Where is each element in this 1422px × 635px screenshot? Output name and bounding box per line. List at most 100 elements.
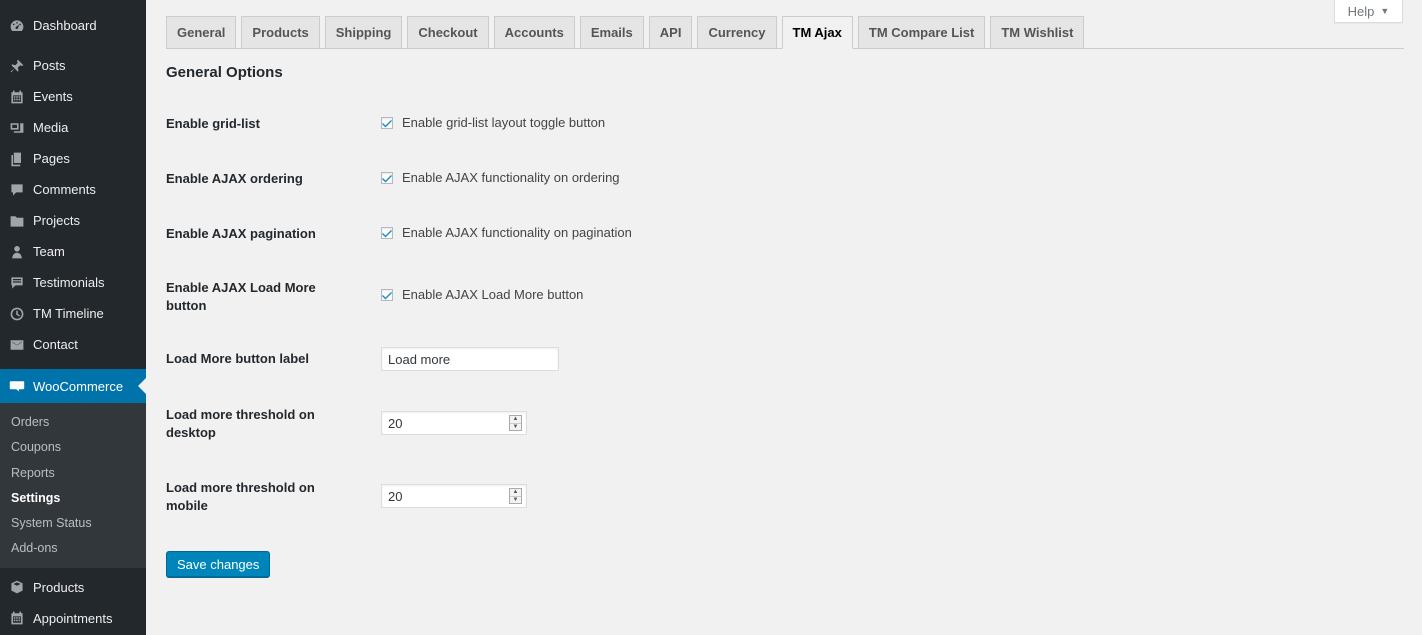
load-more-label-input[interactable]: Load more — [381, 347, 559, 371]
menu-item-label: TM Timeline — [33, 306, 104, 321]
submenu-item-orders[interactable]: Orders — [0, 410, 146, 435]
settings-tabs: General Products Shipping Checkout Accou… — [166, 16, 1404, 49]
menu-item-label: Appointments — [33, 610, 113, 626]
checkmark-icon — [382, 174, 392, 182]
setting-row-ajax-ordering: Enable AJAX ordering Enable AJAX functio… — [166, 169, 966, 189]
calendar-icon — [8, 609, 26, 627]
number-spinner[interactable]: ▲ ▼ — [509, 415, 522, 431]
input-value: 20 — [388, 488, 403, 504]
threshold-desktop-input[interactable]: 20 ▲ ▼ — [381, 411, 527, 435]
woo-icon — [8, 377, 26, 395]
menu-item-contact[interactable]: Contact — [0, 329, 146, 360]
tab-products[interactable]: Products — [241, 16, 320, 48]
pin-icon — [8, 57, 26, 75]
setting-control: Enable AJAX Load More button — [381, 287, 583, 302]
menu-item-appointments[interactable]: Appointments — [0, 603, 146, 634]
setting-label: Enable AJAX Load More button — [166, 280, 316, 313]
setting-description: Enable AJAX functionality on ordering — [402, 170, 620, 185]
media-icon — [8, 119, 26, 137]
tab-tm-wishlist[interactable]: TM Wishlist — [990, 16, 1085, 48]
menu-item-media[interactable]: Media — [0, 112, 146, 143]
menu-item-team[interactable]: Team — [0, 236, 146, 267]
ajax-ordering-checkbox[interactable] — [381, 171, 393, 184]
setting-control: Enable AJAX functionality on pagination — [381, 225, 632, 240]
menu-item-posts[interactable]: Posts — [0, 50, 146, 81]
menu-item-label: Dashboard — [33, 18, 97, 33]
submenu-item-add-ons[interactable]: Add-ons — [0, 536, 146, 561]
tab-currency[interactable]: Currency — [697, 16, 777, 48]
checkmark-icon — [382, 291, 392, 299]
setting-label: Enable grid-list — [166, 116, 260, 131]
tab-tm-ajax[interactable]: TM Ajax — [781, 16, 853, 49]
setting-row-ajax-pagination: Enable AJAX pagination Enable AJAX funct… — [166, 224, 966, 244]
pages-icon — [8, 150, 26, 168]
menu-item-testimonials[interactable]: Testimonials — [0, 267, 146, 298]
menu-item-label: Contact — [33, 337, 78, 352]
setting-label: Load more threshold on mobile — [166, 480, 315, 513]
box-icon — [8, 578, 26, 596]
setting-label: Enable AJAX pagination — [166, 226, 316, 241]
woocommerce-submenu: Orders Coupons Reports Settings System S… — [0, 403, 146, 568]
spin-up-icon[interactable]: ▲ — [510, 489, 521, 497]
setting-control: Enable AJAX functionality on ordering — [381, 170, 620, 185]
clock-icon — [8, 305, 26, 323]
comments-icon — [8, 181, 26, 199]
save-changes-button[interactable]: Save changes — [166, 551, 271, 577]
submenu-item-settings[interactable]: Settings — [0, 486, 146, 511]
spin-down-icon[interactable]: ▼ — [510, 424, 521, 431]
setting-label: Load more threshold on desktop — [166, 407, 315, 440]
menu-item-label: WooCommerce — [33, 378, 124, 394]
setting-control: 20 ▲ ▼ — [381, 484, 527, 508]
setting-row-threshold-mobile: Load more threshold on mobile 20 ▲ ▼ — [166, 479, 966, 515]
submenu-item-coupons[interactable]: Coupons — [0, 435, 146, 460]
menu-item-comments[interactable]: Comments — [0, 174, 146, 205]
menu-item-dashboard[interactable]: Dashboard — [0, 10, 146, 41]
threshold-mobile-input[interactable]: 20 ▲ ▼ — [381, 484, 527, 508]
menu-item-events[interactable]: Events — [0, 81, 146, 112]
submenu-item-reports[interactable]: Reports — [0, 461, 146, 486]
admin-menu: Dashboard Posts Events Media Pages Comme… — [0, 10, 146, 634]
mail-icon — [8, 336, 26, 354]
tab-shipping[interactable]: Shipping — [324, 16, 403, 48]
number-spinner[interactable]: ▲ ▼ — [509, 488, 522, 504]
setting-control: Load more — [381, 347, 559, 371]
menu-item-label: Team — [33, 244, 65, 259]
grid-list-checkbox[interactable] — [381, 116, 393, 129]
menu-item-projects[interactable]: Projects — [0, 205, 146, 236]
tab-api[interactable]: API — [648, 16, 693, 48]
team-icon — [8, 243, 26, 261]
menu-item-label: Events — [33, 89, 73, 104]
dashboard-icon — [8, 17, 26, 35]
testimonials-icon — [8, 274, 26, 292]
calendar-icon — [8, 88, 26, 106]
setting-label: Enable AJAX ordering — [166, 171, 303, 186]
tab-accounts[interactable]: Accounts — [493, 16, 575, 48]
spin-down-icon[interactable]: ▼ — [510, 497, 521, 504]
setting-control: Enable grid-list layout toggle button — [381, 115, 605, 130]
setting-row-threshold-desktop: Load more threshold on desktop 20 ▲ ▼ — [166, 406, 966, 442]
setting-row-load-more-button: Enable AJAX Load More button Enable AJAX… — [166, 279, 966, 315]
menu-item-products[interactable]: Products — [0, 572, 146, 603]
submenu-item-system-status[interactable]: System Status — [0, 511, 146, 536]
setting-description: Enable grid-list layout toggle button — [402, 115, 606, 130]
setting-row-load-more-label: Load More button label Load more — [166, 347, 966, 371]
tab-checkout[interactable]: Checkout — [407, 16, 489, 48]
tab-general[interactable]: General — [166, 16, 237, 48]
checkmark-icon — [382, 229, 392, 237]
tab-tm-compare-list[interactable]: TM Compare List — [857, 16, 986, 48]
menu-item-label: Comments — [33, 182, 96, 197]
menu-item-label: Media — [33, 120, 69, 135]
tab-emails[interactable]: Emails — [579, 16, 644, 48]
ajax-pagination-checkbox[interactable] — [381, 226, 393, 239]
setting-description: Enable AJAX Load More button — [402, 287, 584, 302]
load-more-button-checkbox[interactable] — [381, 288, 393, 301]
spin-up-icon[interactable]: ▲ — [510, 416, 521, 424]
menu-item-pages[interactable]: Pages — [0, 143, 146, 174]
caret-down-icon: ▼ — [1380, 6, 1390, 16]
menu-item-woocommerce[interactable]: WooCommerce — [0, 369, 146, 403]
setting-row-grid-list: Enable grid-list Enable grid-list layout… — [166, 114, 966, 134]
menu-item-label: Testimonials — [33, 275, 105, 290]
menu-item-tm-timeline[interactable]: TM Timeline — [0, 298, 146, 329]
menu-item-label: Projects — [33, 213, 80, 228]
section-title: General Options — [166, 64, 283, 81]
